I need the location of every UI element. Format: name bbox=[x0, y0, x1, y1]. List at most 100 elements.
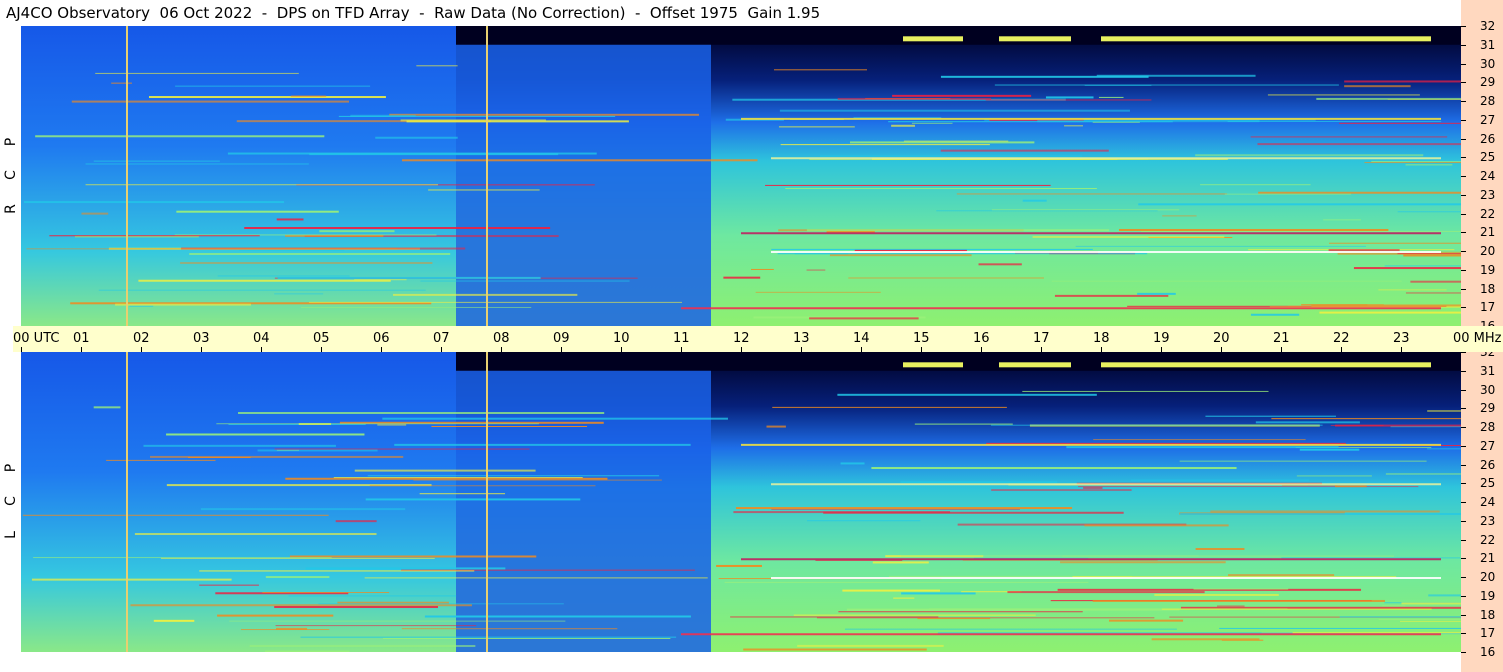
rcp-signal-streak bbox=[35, 135, 325, 138]
lcp-label: P C L bbox=[0, 455, 20, 555]
rcp-interference-line bbox=[741, 232, 1441, 235]
lcp-time-marker bbox=[486, 352, 488, 652]
lcp-freq-label: 26 bbox=[1480, 457, 1496, 472]
lcp-signal-streak bbox=[806, 520, 921, 522]
rcp-signal-streak bbox=[780, 144, 990, 146]
lcp-signal-streak bbox=[733, 511, 951, 514]
lcp-signal-streak bbox=[1205, 415, 1336, 417]
lcp-signal-streak bbox=[431, 426, 588, 428]
lcp-signal-streak bbox=[382, 417, 728, 420]
lcp-signal-streak bbox=[844, 628, 1177, 630]
rcp-signal-streak bbox=[991, 209, 1180, 211]
lcp-frequency-axis: 32 31 30 29 28 27 26 25 24 23 22 21 20 19 18 17 16 bbox=[1461, 346, 1503, 672]
rcp-freq-label: 24 bbox=[1480, 169, 1496, 183]
lcp-freq-label: 19 bbox=[1480, 588, 1496, 603]
lcp-signal-streak bbox=[216, 423, 539, 425]
lcp-freq-tick bbox=[1461, 558, 1466, 560]
lcp-signal-streak bbox=[1066, 446, 1339, 449]
rcp-freq-tick bbox=[1461, 44, 1466, 46]
rcp-freq-label: 30 bbox=[1480, 56, 1496, 71]
rcp-signal-streak bbox=[406, 120, 629, 123]
lcp-signal-streak bbox=[424, 615, 691, 618]
lcp-signal-streak bbox=[872, 561, 929, 564]
lcp-signal-streak bbox=[871, 467, 1237, 470]
rcp-freq-tick bbox=[1461, 307, 1466, 309]
rcp-signal-streak bbox=[774, 69, 868, 71]
lcp-freq-tick bbox=[1461, 370, 1466, 372]
rcp-signal-streak bbox=[777, 253, 1148, 255]
lcp-signal-streak bbox=[900, 481, 1058, 484]
lcp-signal-streak bbox=[305, 567, 506, 570]
rcp-interference-line bbox=[741, 117, 1441, 120]
lcp-signal-streak bbox=[917, 618, 991, 620]
lcp-signal-streak bbox=[1193, 588, 1289, 590]
lcp-signal-streak bbox=[130, 604, 472, 607]
lcp-freq-tick bbox=[1461, 464, 1466, 466]
rcp-signal-streak bbox=[1378, 289, 1447, 291]
lcp-signal-streak bbox=[1281, 557, 1461, 559]
rcp-signal-streak bbox=[1405, 292, 1461, 294]
rcp-signal-streak bbox=[820, 155, 1083, 157]
rcp-signal-streak bbox=[1195, 154, 1424, 157]
lcp-signal-streak bbox=[1092, 599, 1386, 602]
rcp-freq-tick bbox=[1461, 26, 1466, 27]
lcp-signal-streak bbox=[369, 485, 596, 487]
lcp-signal-streak bbox=[901, 592, 976, 595]
rcp-letter: C bbox=[3, 170, 19, 180]
rcp-signal-streak bbox=[765, 184, 1051, 186]
time-tick bbox=[1281, 347, 1282, 352]
time-tick bbox=[261, 347, 262, 352]
rcp-frequency-axis: 3231302928272625242322212019181716 bbox=[1461, 0, 1503, 332]
lcp-signal-streak bbox=[106, 459, 216, 461]
rcp-freq-tick bbox=[1461, 82, 1466, 84]
lcp-freq-label: 28 bbox=[1480, 420, 1496, 434]
lcp-signal-streak bbox=[837, 393, 1097, 396]
lcp-letter: P bbox=[3, 463, 19, 473]
rcp-signal-streak bbox=[1258, 191, 1461, 194]
rcp-signal-streak bbox=[1344, 85, 1411, 88]
lcp-signal-streak bbox=[1217, 605, 1245, 607]
rcp-signal-streak bbox=[1084, 84, 1152, 86]
lcp-signal-streak bbox=[1130, 479, 1310, 481]
lcp-signal-streak bbox=[1296, 475, 1372, 477]
time-label: 22 bbox=[1333, 331, 1350, 346]
time-label: 08 bbox=[493, 331, 510, 346]
rcp-signal-streak bbox=[111, 82, 132, 84]
lcp-freq-tick bbox=[1461, 445, 1466, 447]
lcp-signal-streak bbox=[1271, 418, 1461, 420]
lcp-signal-streak bbox=[1180, 512, 1461, 515]
rcp-freq-label: 31 bbox=[1480, 37, 1496, 52]
time-label: 09 bbox=[553, 331, 570, 346]
rcp-signal-streak bbox=[85, 184, 439, 186]
lcp-signal-streak bbox=[33, 557, 332, 559]
lcp-signal-streak bbox=[1084, 524, 1229, 527]
lcp-signal-streak bbox=[333, 477, 583, 479]
lcp-signal-streak bbox=[893, 597, 915, 599]
rcp-time-marker bbox=[486, 26, 488, 326]
rcp-signal-streak bbox=[1323, 219, 1361, 221]
rcp-signal-streak bbox=[1397, 253, 1461, 255]
rcp-signal-streak bbox=[1410, 280, 1461, 283]
rcp-signal-streak bbox=[71, 100, 350, 103]
time-label: 12 bbox=[733, 331, 750, 346]
rcp-freq-tick bbox=[1461, 119, 1466, 121]
rcp-label: P C R bbox=[0, 128, 20, 228]
rcp-freq-tick bbox=[1461, 176, 1466, 177]
time-tick bbox=[921, 347, 922, 352]
rcp-signal-streak bbox=[389, 113, 700, 116]
rcp-signal-streak bbox=[1403, 254, 1461, 257]
rcp-signal-streak bbox=[1384, 265, 1461, 267]
time-label: 13 bbox=[793, 331, 810, 346]
rcp-signal-streak bbox=[227, 152, 597, 155]
time-tick bbox=[861, 347, 862, 352]
rcp-dark-top bbox=[456, 26, 1461, 45]
rcp-signal-streak bbox=[49, 235, 260, 237]
lcp-freq-tick bbox=[1461, 539, 1466, 541]
lcp-freq-label: 25 bbox=[1480, 476, 1496, 491]
lcp-interference-line bbox=[681, 633, 1441, 636]
lcp-signal-streak bbox=[166, 433, 365, 436]
rcp-signal-streak bbox=[1250, 313, 1300, 316]
lcp-signal-streak bbox=[1221, 639, 1264, 641]
rcp-signal-streak bbox=[1092, 121, 1140, 123]
lcp-signal-streak bbox=[990, 424, 1323, 426]
